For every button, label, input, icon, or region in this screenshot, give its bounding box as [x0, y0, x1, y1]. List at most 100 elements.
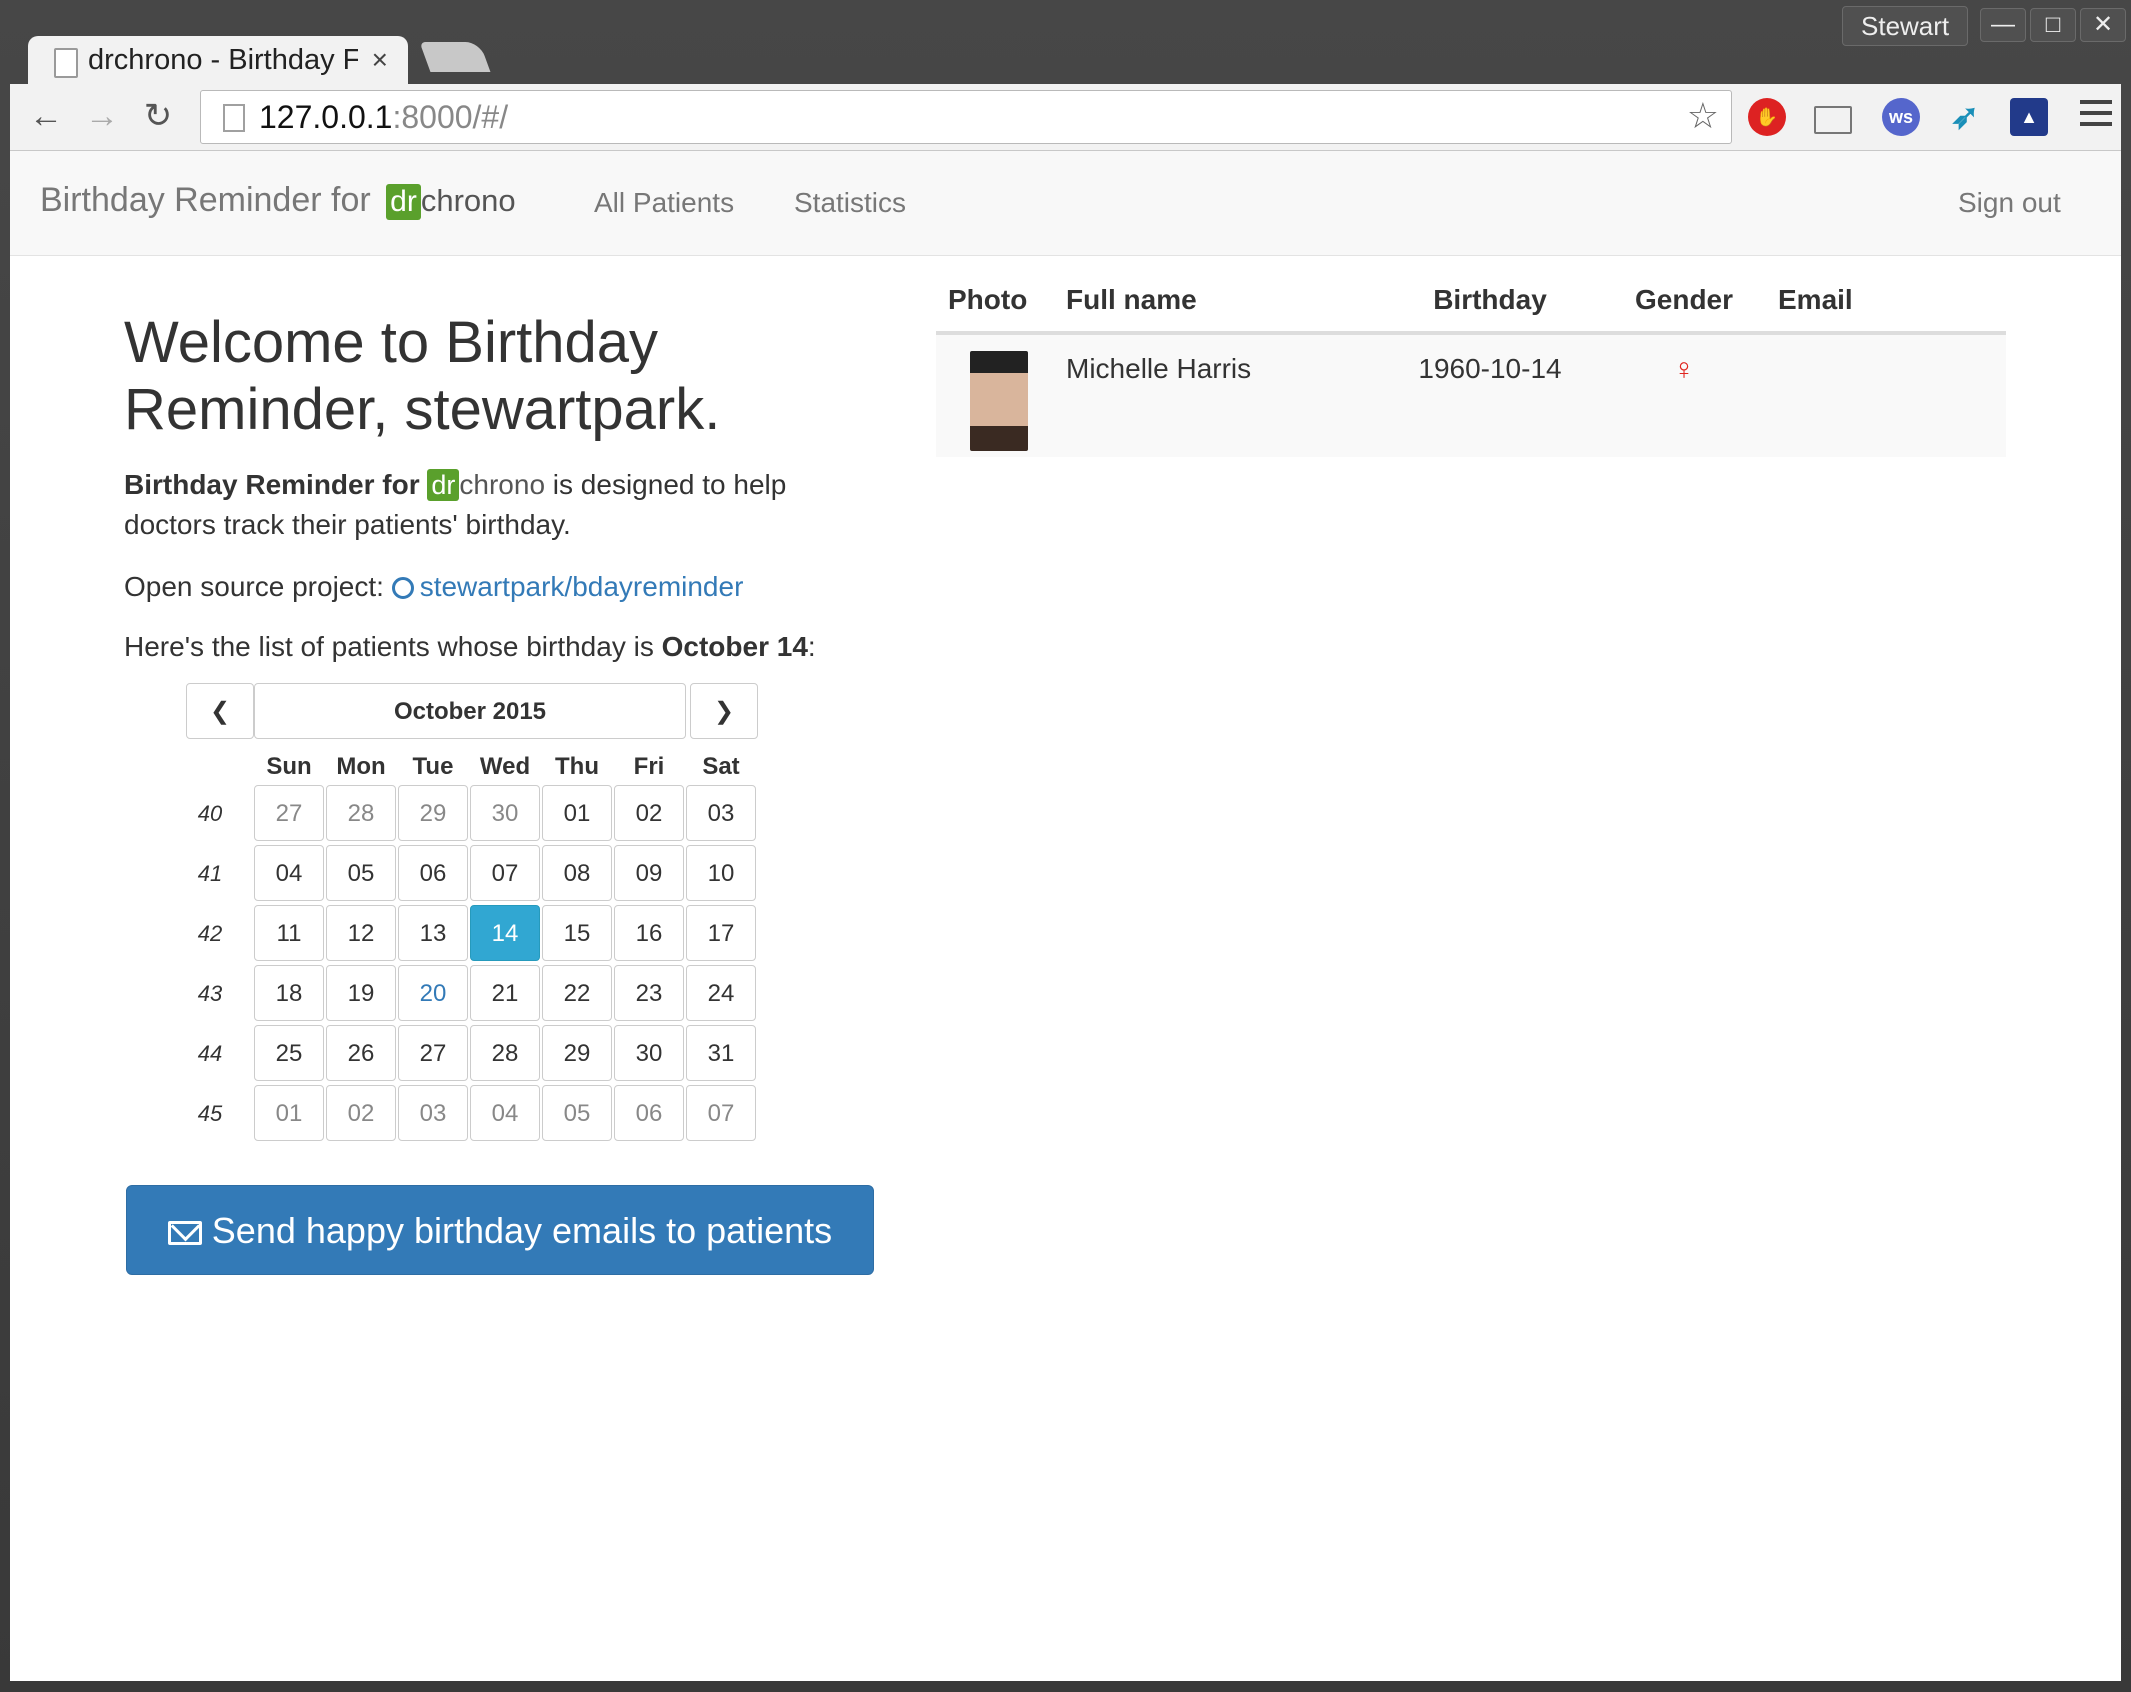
prev-month-button[interactable]: ❮ — [186, 683, 254, 739]
week-number: 44 — [197, 1041, 223, 1066]
forward-icon[interactable]: → — [82, 96, 122, 136]
tab-title: drchrono - Birthday F — [88, 44, 358, 76]
calendar-day[interactable]: 10 — [686, 845, 756, 901]
name-cell: Michelle Harris — [1054, 333, 1378, 457]
bird-icon[interactable]: ➶ — [1946, 98, 1984, 136]
calendar-day[interactable]: 19 — [326, 965, 396, 1021]
nav-statistics[interactable]: Statistics — [794, 187, 906, 219]
calendar-day[interactable]: 30 — [614, 1025, 684, 1081]
github-link[interactable]: stewartpark/bdayreminder — [420, 571, 744, 602]
week-number: 42 — [197, 921, 223, 946]
nav-all-patients[interactable]: All Patients — [594, 187, 734, 219]
calendar-day[interactable]: 09 — [614, 845, 684, 901]
calendar-day[interactable]: 26 — [326, 1025, 396, 1081]
adblock-icon[interactable]: ✋ — [1748, 98, 1786, 136]
weekday-header: Wed — [479, 753, 531, 780]
calendar-day[interactable]: 18 — [254, 965, 324, 1021]
calendar-day[interactable]: 21 — [470, 965, 540, 1021]
reload-icon[interactable]: ↻ — [138, 96, 178, 136]
brand-link[interactable]: Birthday Reminder for dr chrono — [40, 181, 516, 220]
calendar-day[interactable]: 29 — [542, 1025, 612, 1081]
weekday-header: Thu — [555, 753, 599, 780]
week-number: 41 — [197, 861, 223, 886]
calendar-day[interactable]: 29 — [398, 785, 468, 841]
photo-cell — [936, 333, 1054, 457]
ws-icon[interactable]: ws — [1882, 98, 1920, 136]
calendar-day[interactable]: 06 — [398, 845, 468, 901]
col-email: Email — [1766, 269, 2006, 335]
address-bar[interactable]: 127.0.0.1:8000/#/ ☆ — [200, 90, 1732, 144]
tab-close-icon[interactable]: × — [372, 44, 388, 76]
calendar-day[interactable]: 05 — [326, 845, 396, 901]
calendar-day[interactable]: 06 — [614, 1085, 684, 1141]
weekday-header: Sun — [266, 753, 312, 780]
calendar-day[interactable]: 01 — [542, 785, 612, 841]
envelope-icon — [167, 1221, 202, 1245]
patient-photo — [970, 351, 1028, 451]
calendar-day[interactable]: 12 — [326, 905, 396, 961]
github-icon — [391, 577, 414, 599]
browser-toolbar: ← → ↻ 127.0.0.1:8000/#/ ☆ ✋ ws ➶ ▲ — [10, 84, 2121, 151]
col-photo: Photo — [936, 269, 1054, 335]
url-text: 127.0.0.1:8000/#/ — [259, 99, 509, 135]
profile-button[interactable]: Stewart — [1842, 6, 1969, 46]
calendar-day[interactable]: 24 — [686, 965, 756, 1021]
drchrono-logo: dr — [427, 469, 460, 501]
calendar-day[interactable]: 03 — [686, 785, 756, 841]
calendar-day[interactable]: 01 — [254, 1085, 324, 1141]
minimize-button[interactable]: — — [1980, 8, 2026, 42]
calendar-day[interactable]: 15 — [542, 905, 612, 961]
col-gender: Gender — [1602, 269, 1766, 335]
close-window-button[interactable]: ✕ — [2080, 8, 2126, 42]
week-number: 45 — [197, 1101, 223, 1126]
col-full-name: Full name — [1054, 269, 1378, 335]
calendar-day[interactable]: 08 — [542, 845, 612, 901]
calendar-day[interactable]: 02 — [326, 1085, 396, 1141]
female-icon: ♀ — [1672, 353, 1696, 386]
new-tab-button[interactable] — [419, 42, 491, 72]
calendar-day[interactable]: 07 — [686, 1085, 756, 1141]
sign-out-link[interactable]: Sign out — [1958, 187, 2061, 219]
month-title-button[interactable]: October 2015 — [254, 683, 686, 739]
open-source-line: Open source project: stewartpark/bdayrem… — [124, 571, 744, 602]
calendar-day[interactable]: 04 — [470, 1085, 540, 1141]
calendar-day[interactable]: 14 — [470, 905, 540, 961]
weekday-header: Tue — [412, 753, 454, 780]
calendar-day[interactable]: 02 — [614, 785, 684, 841]
welcome-heading: Welcome to Birthday Reminder, stewartpar… — [124, 310, 721, 442]
calendar-day[interactable]: 27 — [398, 1025, 468, 1081]
calendar-day[interactable]: 20 — [398, 965, 468, 1021]
calendar-day[interactable]: 07 — [470, 845, 540, 901]
calendar-day[interactable]: 13 — [398, 905, 468, 961]
calendar-day[interactable]: 30 — [470, 785, 540, 841]
calendar-day[interactable]: 22 — [542, 965, 612, 1021]
drchrono-logo: dr — [386, 184, 421, 220]
calendar-day[interactable]: 28 — [326, 785, 396, 841]
next-month-button[interactable]: ❯ — [690, 683, 758, 739]
gender-cell: ♀ — [1602, 333, 1766, 457]
table-row[interactable]: Michelle Harris 1960-10-14 ♀ — [936, 333, 2006, 457]
calendar-day[interactable]: 25 — [254, 1025, 324, 1081]
calendar-day[interactable]: 23 — [614, 965, 684, 1021]
calendar-day[interactable]: 16 — [614, 905, 684, 961]
stats-icon[interactable]: ▲ — [2010, 98, 2048, 136]
calendar-day[interactable]: 31 — [686, 1025, 756, 1081]
calendar-day[interactable]: 05 — [542, 1085, 612, 1141]
calendar-day[interactable]: 11 — [254, 905, 324, 961]
calendar-day[interactable]: 27 — [254, 785, 324, 841]
col-birthday: Birthday — [1378, 269, 1602, 335]
cast-icon[interactable] — [1814, 106, 1852, 134]
calendar-day[interactable]: 17 — [686, 905, 756, 961]
weekday-header: Sat — [702, 753, 740, 780]
back-icon[interactable]: ← — [26, 96, 66, 136]
maximize-button[interactable]: □ — [2030, 8, 2076, 42]
email-cell — [1766, 333, 2006, 457]
calendar-day[interactable]: 03 — [398, 1085, 468, 1141]
menu-icon[interactable] — [2080, 100, 2112, 133]
page-icon — [223, 104, 245, 132]
calendar-day[interactable]: 04 — [254, 845, 324, 901]
send-emails-button[interactable]: Send happy birthday emails to patients — [126, 1185, 874, 1275]
week-number: 40 — [197, 801, 223, 826]
calendar-day[interactable]: 28 — [470, 1025, 540, 1081]
bookmark-star-icon[interactable]: ☆ — [1687, 95, 1719, 137]
